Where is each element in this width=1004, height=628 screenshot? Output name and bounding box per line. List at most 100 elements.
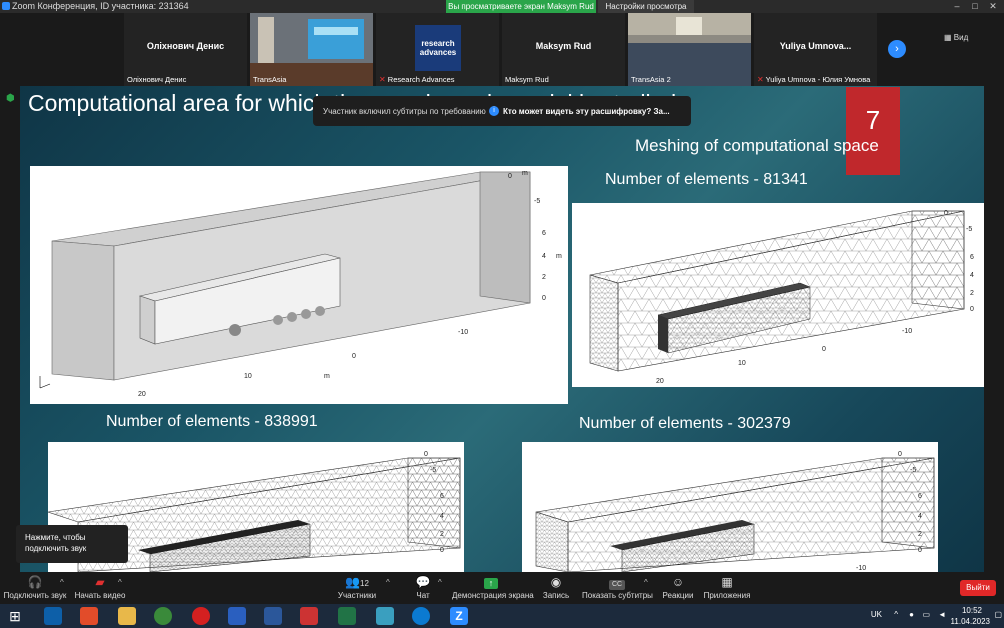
mesh-svg: 0 -5 6 4 2 0 -10 0 10 20 — [589, 210, 974, 385]
axis-tick: 0 — [822, 346, 826, 353]
zoom-logo-icon — [2, 2, 10, 10]
participant-label: Оліхнович Денис — [127, 75, 187, 84]
zoom-taskbar-icon[interactable]: Z — [450, 607, 468, 625]
app-tray-icon[interactable]: ● — [909, 610, 914, 619]
captions-label: Показать субтитры — [582, 591, 653, 600]
participant-tile[interactable]: TransAsia 2 — [628, 13, 751, 86]
edge-icon[interactable] — [412, 607, 430, 625]
geometry-svg: 0 m -5 6 m 4 2 0 -10 0 10 m 20 — [39, 170, 562, 398]
cc-icon: CC — [582, 575, 652, 590]
participant-tile[interactable]: research advances ✕ Research Advances — [376, 13, 499, 86]
shield-icon[interactable]: ⬢ — [6, 94, 16, 104]
participant-label: TransAsia 2 — [631, 75, 671, 84]
word-icon[interactable] — [264, 607, 282, 625]
chrome-icon[interactable] — [154, 607, 172, 625]
apps-button[interactable]: ▦ Приложения — [702, 572, 752, 604]
participant-label-text: Yuliya Umnova - Юлия Умнова — [765, 75, 871, 84]
notifications-icon[interactable]: ▢ — [994, 610, 1002, 619]
axis-tick: -10 — [458, 329, 468, 336]
share-screen-button[interactable]: ↑ Демонстрация экрана — [452, 572, 534, 604]
info-icon: i — [489, 106, 499, 116]
participant-tile[interactable]: Maksym Rud Maksym Rud — [502, 13, 625, 86]
clock-time[interactable]: 10:52 — [962, 606, 982, 615]
axis-tick: 4 — [440, 513, 444, 520]
axis-tick: 0 — [424, 451, 428, 458]
reactions-button[interactable]: ☺ Реакции — [660, 572, 696, 604]
chevron-up-icon[interactable]: ^ — [894, 610, 898, 619]
media-player-icon[interactable] — [80, 607, 98, 625]
record-button[interactable]: ◉ Запись — [538, 572, 574, 604]
network-icon[interactable]: ▭ — [922, 610, 930, 619]
chevron-up-icon[interactable]: ^ — [644, 578, 648, 587]
excel-icon[interactable] — [338, 607, 356, 625]
axis-tick: 2 — [440, 531, 444, 538]
captions-button[interactable]: CC Показать субтитры — [582, 572, 653, 604]
axis-tick: 0 — [352, 353, 356, 360]
slide-number: 7 — [865, 105, 881, 135]
view-button[interactable]: ▦ Вид — [944, 33, 968, 42]
headphones-icon: 🎧 — [27, 575, 43, 589]
next-page-button[interactable]: › — [888, 40, 906, 58]
document-icon[interactable] — [300, 607, 318, 625]
opera-icon[interactable] — [192, 607, 210, 625]
axis-tick: 2 — [918, 531, 922, 538]
participants-icon: 👥12 — [345, 575, 369, 589]
participant-label: ✕ Yuliya Umnova - Юлия Умнова — [757, 75, 870, 84]
apps-icon: ▦ — [721, 575, 733, 589]
participant-tile[interactable]: Оліхнович Денис Оліхнович Денис — [124, 13, 247, 86]
language-indicator[interactable]: UK — [871, 610, 882, 619]
clock-date[interactable]: 11.04.2023 — [951, 617, 990, 626]
app-icon[interactable] — [376, 607, 394, 625]
meshing-heading: Meshing of computational space — [635, 136, 879, 155]
window-title: Zoom Конференция, ID участника: 231364 — [12, 1, 189, 11]
axis-tick: 2 — [542, 274, 546, 281]
app-icon[interactable] — [228, 607, 246, 625]
grid-icon: ▦ — [944, 33, 952, 42]
apps-label: Приложения — [703, 591, 751, 600]
axis-tick: 0 — [508, 173, 512, 180]
join-audio-button[interactable]: 🎧 Подключить звук — [2, 572, 68, 604]
participant-tile[interactable]: TransAsia — [250, 13, 373, 86]
chevron-up-icon[interactable]: ^ — [60, 578, 64, 587]
record-label: Запись — [542, 591, 570, 600]
close-icon[interactable]: ✕ — [986, 0, 1000, 13]
chevron-up-icon[interactable]: ^ — [438, 578, 442, 587]
volume-icon[interactable]: ◄ — [938, 610, 946, 619]
participant-name: Оліхнович Денис — [146, 41, 225, 51]
minimize-icon[interactable]: – — [950, 0, 964, 13]
research-advances-logo: research advances — [415, 25, 461, 71]
maximize-icon[interactable]: □ — [968, 0, 982, 13]
view-label: Вид — [953, 33, 969, 42]
participants-button[interactable]: 👥12 Участники — [334, 572, 380, 604]
view-settings-button[interactable]: Настройки просмотра — [598, 0, 694, 13]
mesh-figure-81341: 0 -5 6 4 2 0 -10 0 10 20 — [572, 203, 984, 387]
leave-button[interactable]: Выйти — [960, 580, 996, 596]
axis-tick: 4 — [542, 253, 546, 260]
axis-tick: 6 — [440, 493, 444, 500]
subtitles-question-link[interactable]: Кто может видеть эту расшифровку? За... — [503, 107, 670, 116]
mesh-figure-302379: 0 -5 6 4 2 0 -10 — [522, 442, 938, 572]
windows-start-icon[interactable]: ⊞ — [6, 607, 24, 625]
participant-tile[interactable]: Yuliya Umnova... ✕ Yuliya Umnova - Юлия … — [754, 13, 877, 86]
axis-tick: 0 — [944, 210, 948, 217]
start-video-button[interactable]: ▰ Начать видео — [72, 572, 128, 604]
ie-icon[interactable] — [44, 607, 62, 625]
geometry-figure: 0 m -5 6 m 4 2 0 -10 0 10 m 20 — [30, 166, 568, 404]
axis-unit: m — [522, 170, 528, 177]
axis-tick: 20 — [656, 378, 664, 385]
chevron-up-icon[interactable]: ^ — [386, 578, 390, 587]
muted-mic-icon: ✕ — [757, 75, 764, 84]
explorer-icon[interactable] — [118, 607, 136, 625]
axis-tick: 0 — [440, 547, 444, 554]
axis-tick: 4 — [918, 513, 922, 520]
chat-button[interactable]: 💬 Чат — [408, 572, 438, 604]
axis-tick: 6 — [918, 493, 922, 500]
chevron-up-icon[interactable]: ^ — [118, 578, 122, 587]
axis-tick: -10 — [856, 565, 866, 572]
axis-unit: m — [556, 253, 562, 260]
start-video-label: Начать видео — [74, 591, 126, 600]
audio-hint-tooltip: Нажмите, чтобы подключить звук — [16, 525, 128, 563]
axis-tick: 6 — [970, 254, 974, 261]
caption-elements-2: Number of elements - 838991 — [106, 413, 318, 430]
chat-icon: 💬 — [415, 575, 431, 589]
